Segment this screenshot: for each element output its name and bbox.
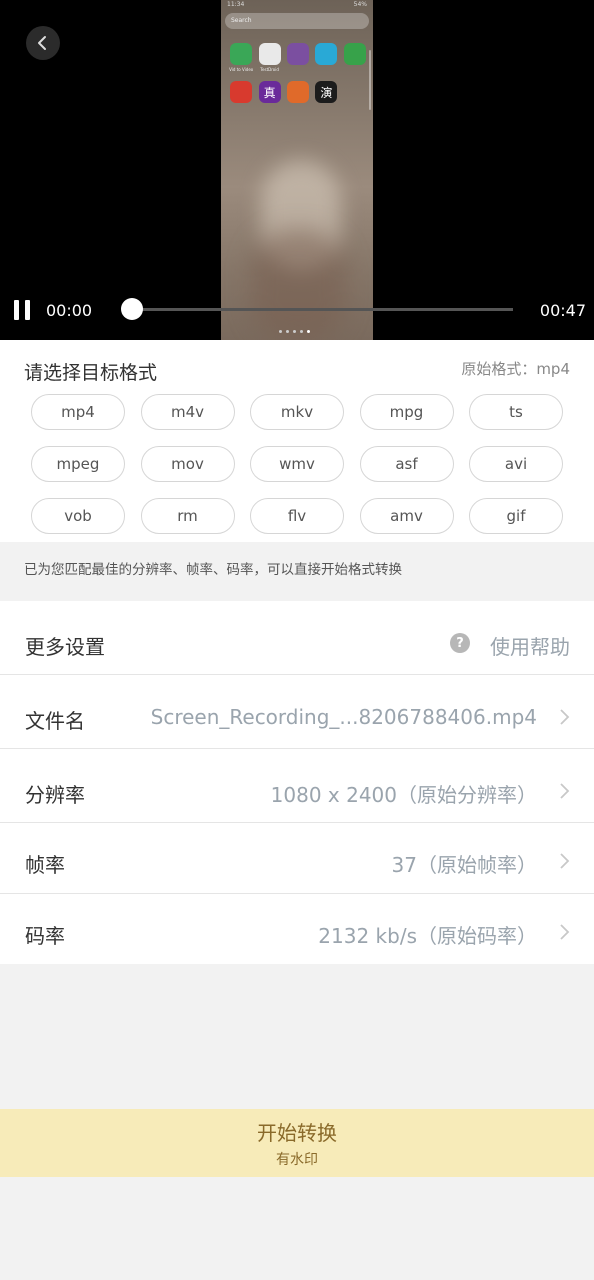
help-icon[interactable]: ? xyxy=(450,633,470,653)
chevron-left-icon xyxy=(38,36,46,50)
video-frame-preview: 11:34 54% Search Vid to Video TestDroid … xyxy=(221,0,373,340)
format-option-rm[interactable]: rm xyxy=(140,498,235,534)
format-panel: 请选择目标格式 原始格式：mp4 mp4 m4v mkv mpg ts mpeg… xyxy=(0,340,594,542)
original-format: 原始格式：mp4 xyxy=(461,360,570,378)
format-panel-title: 请选择目标格式 xyxy=(24,362,158,384)
format-option-mpg[interactable]: mpg xyxy=(359,394,454,430)
format-option-mpeg[interactable]: mpeg xyxy=(31,446,125,482)
format-option-amv[interactable]: amv xyxy=(359,498,454,534)
format-option-mov[interactable]: mov xyxy=(140,446,235,482)
format-option-mkv[interactable]: mkv xyxy=(250,394,344,430)
preview-app xyxy=(284,81,312,113)
recommendation-hint: 已为您匹配最佳的分辨率、帧率、码率，可以直接开始格式转换 xyxy=(24,562,402,578)
bitrate-row[interactable]: 码率 2132 kb/s（原始码率） xyxy=(0,894,594,964)
preview-app xyxy=(227,81,255,113)
format-option-mp4[interactable]: mp4 xyxy=(31,394,125,430)
format-options: mp4 m4v mkv mpg ts mpeg mov wmv asf avi … xyxy=(31,394,563,534)
preview-search-bar: Search xyxy=(225,13,369,29)
format-option-vob[interactable]: vob xyxy=(31,498,125,534)
player-controls: 00:00 00:47 xyxy=(0,296,594,324)
format-option-ts[interactable]: ts xyxy=(469,394,563,430)
seek-bar[interactable] xyxy=(132,308,513,311)
settings-list: 更多设置 ? 使用帮助 文件名 Screen_Recording_...8206… xyxy=(0,601,594,964)
watermark-note: 有水印 xyxy=(276,1152,318,1168)
back-button[interactable] xyxy=(26,26,60,60)
bitrate-value: 2132 kb/s（原始码率） xyxy=(318,924,537,948)
pause-button[interactable] xyxy=(14,300,32,320)
bitrate-label: 码率 xyxy=(25,924,65,948)
preview-app-grid: Vid to Video TestDroid 真 演 xyxy=(227,43,369,113)
video-player[interactable]: 11:34 54% Search Vid to Video TestDroid … xyxy=(0,0,594,340)
format-option-flv[interactable]: flv xyxy=(250,498,344,534)
format-option-asf[interactable]: asf xyxy=(359,446,454,482)
preview-app xyxy=(341,43,369,75)
chevron-right-icon xyxy=(560,783,570,799)
format-option-m4v[interactable]: m4v xyxy=(140,394,235,430)
preview-app: 演 xyxy=(312,81,340,113)
preview-app: Vid to Video xyxy=(227,43,255,75)
preview-app xyxy=(284,43,312,75)
format-option-gif[interactable]: gif xyxy=(469,498,563,534)
resolution-value: 1080 x 2400（原始分辨率） xyxy=(270,783,537,807)
chevron-right-icon xyxy=(560,924,570,940)
chevron-right-icon xyxy=(560,853,570,869)
more-settings-label: 更多设置 xyxy=(25,635,105,659)
preview-page-dots xyxy=(279,330,310,333)
current-time: 00:00 xyxy=(46,301,93,320)
start-conversion-button[interactable]: 开始转换 有水印 xyxy=(0,1109,594,1177)
filename-value: Screen_Recording_...8206788406.mp4 xyxy=(150,705,537,729)
chevron-right-icon xyxy=(560,709,570,725)
format-option-avi[interactable]: avi xyxy=(469,446,563,482)
framerate-row[interactable]: 帧率 37（原始帧率） xyxy=(0,823,594,894)
more-settings-row: 更多设置 ? 使用帮助 xyxy=(0,601,594,675)
seek-thumb[interactable] xyxy=(121,298,143,320)
total-time: 00:47 xyxy=(539,301,586,320)
help-link[interactable]: 使用帮助 xyxy=(490,631,570,660)
preview-app: 真 xyxy=(255,81,283,113)
resolution-label: 分辨率 xyxy=(25,783,85,807)
preview-status-time: 11:34 xyxy=(227,1,245,8)
framerate-value: 37（原始帧率） xyxy=(391,853,537,877)
framerate-label: 帧率 xyxy=(25,853,65,877)
preview-app xyxy=(312,43,340,75)
filename-row[interactable]: 文件名 Screen_Recording_...8206788406.mp4 xyxy=(0,675,594,749)
resolution-row[interactable]: 分辨率 1080 x 2400（原始分辨率） xyxy=(0,749,594,823)
format-option-wmv[interactable]: wmv xyxy=(250,446,344,482)
preview-status-battery: 54% xyxy=(353,1,367,8)
pause-icon xyxy=(14,300,19,320)
start-conversion-label: 开始转换 xyxy=(257,1121,337,1145)
filename-label: 文件名 xyxy=(25,709,85,733)
preview-status-bar: 11:34 54% xyxy=(227,1,367,11)
preview-app: TestDroid xyxy=(255,43,283,75)
